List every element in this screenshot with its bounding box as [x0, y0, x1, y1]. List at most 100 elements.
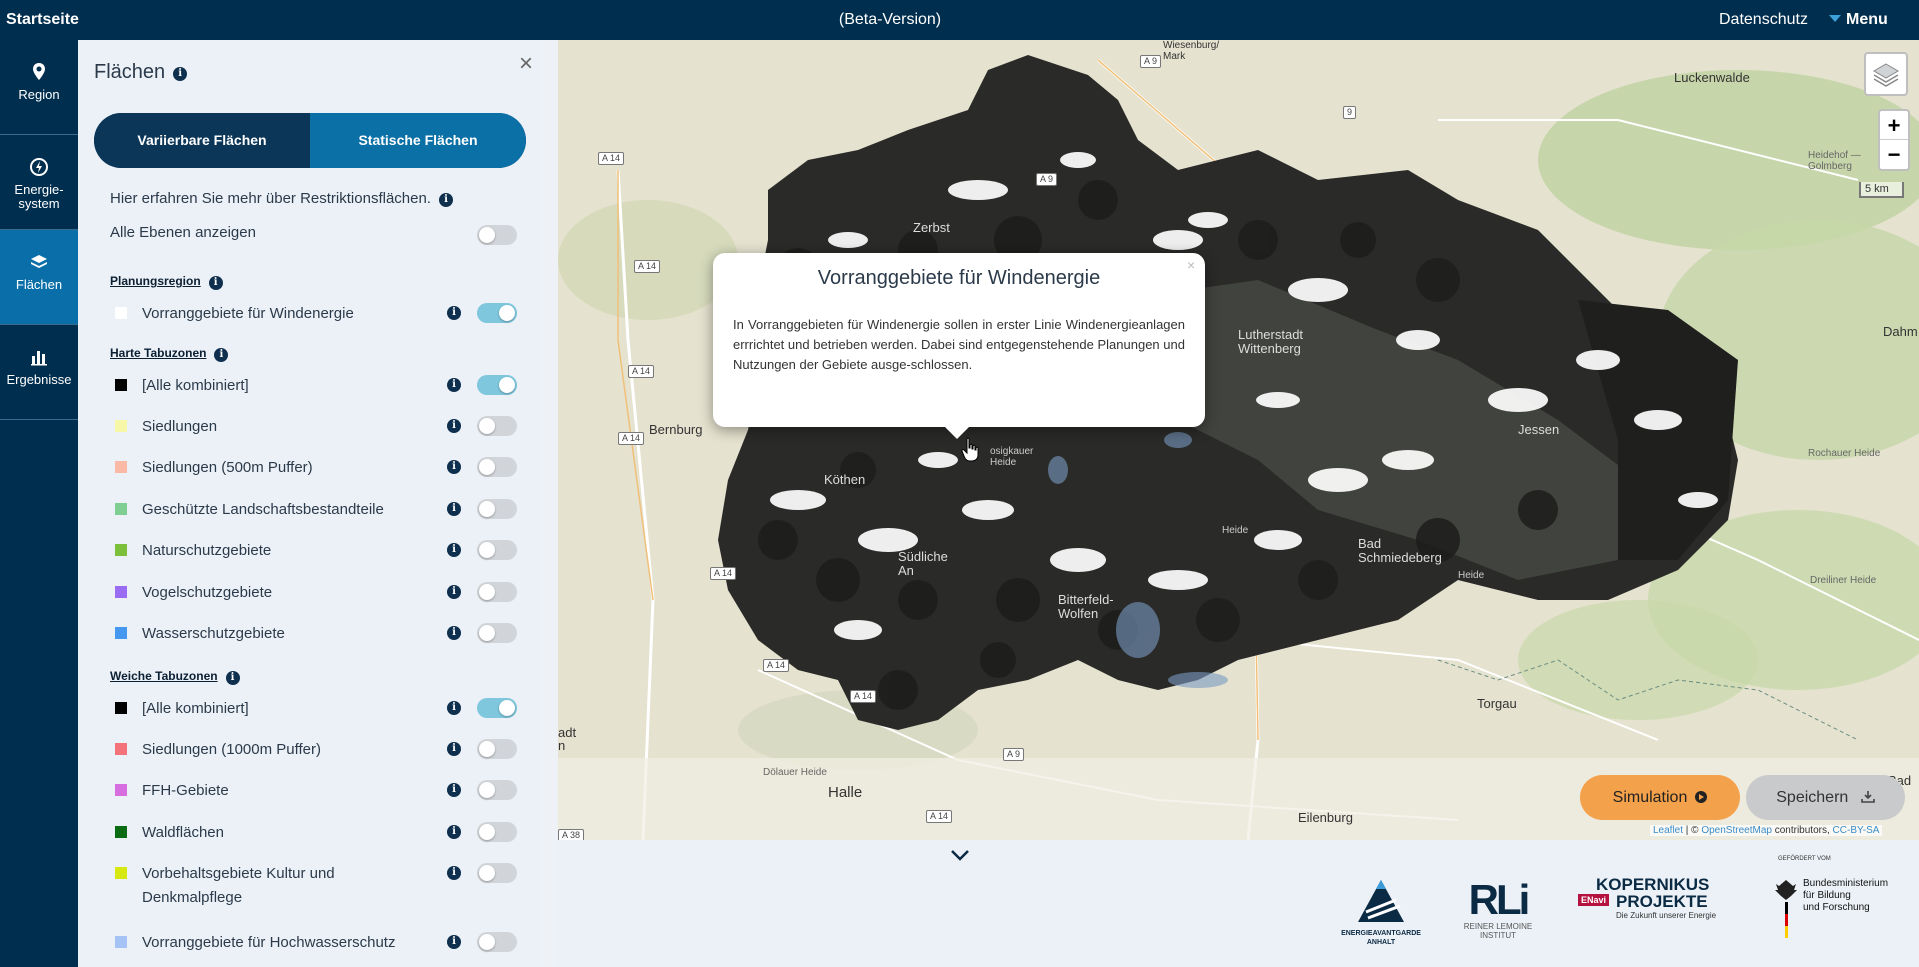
- layer-color-swatch: [115, 702, 127, 714]
- map-label-eilenburg: Eilenburg: [1298, 810, 1353, 825]
- logo-bmbf[interactable]: GEFÖRDERT VOM Bundesministerium für Bildu…: [1773, 856, 1903, 938]
- map-label-koethen: Köthen: [824, 472, 866, 487]
- zoom-in-button[interactable]: +: [1880, 111, 1908, 140]
- layer-label-line: Naturschutzgebiete: [142, 542, 272, 559]
- info-icon[interactable]: i: [447, 742, 461, 756]
- layer-row: Wasserschutzgebiete i: [78, 616, 542, 646]
- layer-toggle[interactable]: [477, 457, 517, 477]
- save-button[interactable]: Speichern: [1746, 775, 1905, 820]
- info-icon[interactable]: i: [447, 378, 461, 392]
- layer-toggle[interactable]: [477, 499, 517, 519]
- info-icon[interactable]: i: [447, 460, 461, 474]
- layer-toggle[interactable]: [477, 623, 517, 643]
- show-all-toggle[interactable]: [477, 225, 517, 245]
- layer-row: FFH-Gebiete i: [78, 773, 542, 803]
- osm-link[interactable]: OpenStreetMap: [1701, 825, 1772, 836]
- tab-variable-areas[interactable]: Variierbare Flächen: [94, 113, 310, 168]
- layer-label-line: Wasserschutzgebiete: [142, 625, 285, 642]
- info-icon[interactable]: i: [208, 276, 223, 290]
- energieavantgarde-logo-icon: [1358, 880, 1404, 922]
- layer-toggle[interactable]: [477, 932, 517, 952]
- map-label-heide-2: Heide: [1458, 570, 1485, 581]
- leaflet-link[interactable]: Leaflet: [1653, 825, 1683, 836]
- map-label-dreiliner: Dreiliner Heide: [1810, 575, 1877, 586]
- layer-color-swatch: [115, 503, 127, 515]
- layer-toggle[interactable]: [477, 416, 517, 436]
- logo-rli[interactable]: RLi REINER LEMOINE INSTITUT: [1460, 878, 1536, 941]
- logo-energieavantgarde[interactable]: ENERGIEAVANTGARDE ANHALT: [1336, 878, 1426, 947]
- info-icon[interactable]: i: [447, 502, 461, 516]
- info-icon[interactable]: i: [447, 935, 461, 949]
- info-icon[interactable]: i: [438, 193, 453, 207]
- info-icon[interactable]: i: [447, 866, 461, 880]
- layer-toggle[interactable]: [477, 863, 517, 883]
- logo-kopernikus[interactable]: KOPERNIKUS ENavi PROJEKTE Die Zukunft un…: [1578, 876, 1728, 920]
- layer-label: FFH-Gebiete: [142, 779, 229, 803]
- play-icon: [1695, 791, 1708, 803]
- logo3-line1: KOPERNIKUS: [1596, 875, 1710, 894]
- layer-toggle[interactable]: [477, 822, 517, 842]
- popup-title: Vorranggebiete für Windenergie: [817, 267, 1101, 289]
- road-label: A 9: [1036, 173, 1058, 186]
- map-canvas[interactable]: Wiesenburg/Mark Luckenwalde Zerbst Luthe…: [558, 40, 1919, 840]
- nav-results-label: Ergebnisse: [6, 372, 72, 387]
- layer-switcher-button[interactable]: [1864, 52, 1908, 96]
- road-label: A 14: [926, 810, 953, 823]
- layer-label-line: Vogelschutzgebiete: [142, 584, 273, 601]
- map-label-torgau: Torgau: [1477, 696, 1517, 711]
- layer-toggle[interactable]: [477, 375, 517, 395]
- map-marker-icon: [33, 63, 45, 80]
- show-all-row: Alle Ebenen anzeigen: [78, 218, 542, 248]
- layer-label: Vogelschutzgebiete: [142, 581, 272, 605]
- layer-toggle[interactable]: [477, 698, 517, 718]
- info-icon[interactable]: i: [447, 626, 461, 640]
- info-icon[interactable]: i: [447, 543, 461, 557]
- tab-static-areas[interactable]: Statische Flächen: [310, 113, 526, 168]
- info-icon[interactable]: i: [173, 67, 188, 81]
- info-icon[interactable]: i: [447, 306, 461, 320]
- layer-toggle[interactable]: [477, 582, 517, 602]
- close-panel-button[interactable]: ×: [519, 52, 533, 76]
- privacy-link[interactable]: Datenschutz: [1719, 11, 1808, 29]
- layer-label-line: Geschützte Landschaftsbestandteile: [142, 501, 384, 518]
- layer-row: [Alle kombiniert] i: [78, 691, 542, 721]
- info-icon[interactable]: i: [447, 825, 461, 839]
- info-icon[interactable]: i: [447, 585, 461, 599]
- layer-row: Vorbehaltsgebiete Kultur und Denkmalpfleg…: [78, 856, 542, 906]
- info-icon[interactable]: i: [214, 348, 229, 362]
- nav-areas[interactable]: Flächen: [0, 230, 78, 325]
- layer-toggle[interactable]: [477, 540, 517, 560]
- info-icon[interactable]: i: [447, 783, 461, 797]
- zoom-out-button[interactable]: −: [1880, 140, 1908, 169]
- map-scale: 5 km: [1859, 182, 1904, 198]
- layer-label: Vorranggebiete für Hochwasserschutz: [142, 931, 395, 955]
- layer-row: [Alle kombiniert] i: [78, 368, 542, 398]
- simulation-button[interactable]: Simulation: [1580, 775, 1740, 820]
- logo4-top: GEFÖRDERT VOM: [1778, 856, 1831, 862]
- nav-energy-system[interactable]: Energie-system: [0, 135, 78, 230]
- map-attribution: Leaflet | © OpenStreetMap contributors, …: [1650, 825, 1883, 836]
- section-planning-title: Planungsregion: [110, 274, 201, 288]
- info-icon[interactable]: i: [447, 419, 461, 433]
- menu-button[interactable]: Menu: [1829, 11, 1888, 29]
- left-nav: Region Energie-system Flächen Ergebnisse: [0, 40, 78, 967]
- info-icon[interactable]: i: [225, 671, 240, 685]
- license-link[interactable]: CC-BY-SA: [1833, 825, 1880, 836]
- chevron-down-icon[interactable]: [950, 848, 970, 862]
- nav-region[interactable]: Region: [0, 40, 78, 135]
- attribution-contrib: contributors,: [1771, 825, 1833, 836]
- road-label: A 14: [618, 432, 645, 445]
- map-label-luckenwalde: Luckenwalde: [1674, 70, 1750, 85]
- nav-results[interactable]: Ergebnisse: [0, 325, 78, 420]
- layer-color-swatch: [115, 936, 127, 948]
- layer-toggle[interactable]: [477, 780, 517, 800]
- road-label: A 14: [710, 567, 737, 580]
- layer-toggle[interactable]: [477, 303, 517, 323]
- info-icon[interactable]: i: [447, 701, 461, 715]
- map-label-bernburg: Bernburg: [649, 422, 703, 437]
- layer-toggle[interactable]: [477, 739, 517, 759]
- layer-label: Siedlungen (1000m Puffer): [142, 738, 321, 762]
- layer-row: Siedlungen (1000m Puffer) i: [78, 732, 542, 762]
- layer-color-swatch: [115, 784, 127, 796]
- nav-areas-label: Flächen: [15, 277, 63, 292]
